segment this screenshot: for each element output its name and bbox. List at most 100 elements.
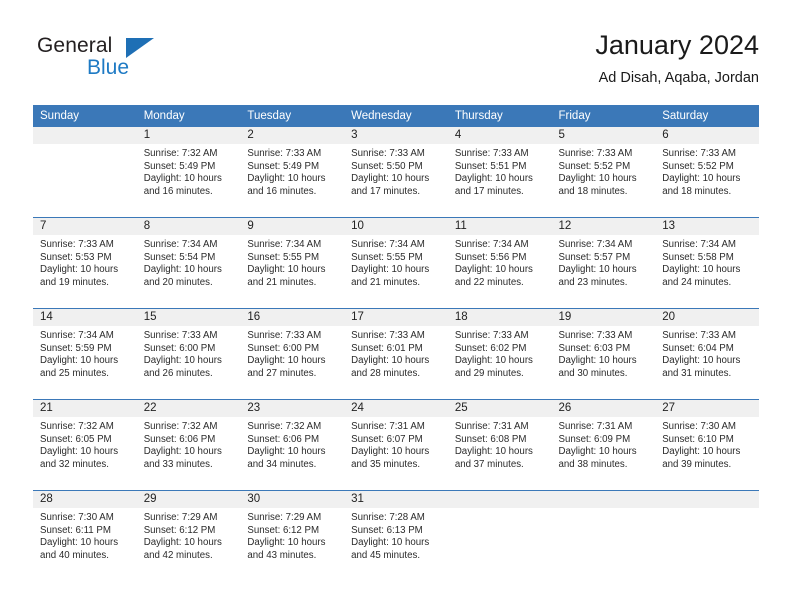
day-number: 28 — [40, 493, 53, 505]
weekday-header-saturday: Saturday — [655, 105, 759, 127]
day-number: 5 — [558, 129, 565, 141]
daylight-text-line2: and 32 minutes. — [40, 458, 109, 470]
day-cell[interactable]: 3 Sunrise: 7:33 AM Sunset: 5:50 PM Daylight… — [344, 127, 448, 217]
daylight-text-line2: and 35 minutes. — [351, 458, 421, 470]
sunrise-text: Sunrise: 7:31 AM — [454, 421, 529, 432]
daylight-text-line1: Daylight: 10 hours — [247, 446, 326, 458]
sunset-text: Sunset: 5:56 PM — [454, 251, 527, 263]
day-cell[interactable]: 13 Sunrise: 7:34 AM Sunset: 5:58 PM Dayligh… — [655, 218, 759, 308]
day-cell[interactable]: 10 Sunrise: 7:34 AM Sunset: 5:55 PM Dayligh… — [344, 218, 448, 308]
day-details: Sunrise: 7:33 AM Sunset: 6:00 PM Daylight:… — [240, 326, 344, 380]
calendar-cell: 24 Sunrise: 7:31 AM Sunset: 6:07 PM Dayligh… — [344, 399, 448, 491]
day-cell[interactable]: 31 Sunrise: 7:28 AM Sunset: 6:13 PM Dayligh… — [344, 491, 448, 581]
calendar-week-row: 7 Sunrise: 7:33 AM Sunset: 5:53 PM Daylight… — [33, 217, 759, 309]
daylight-text-line2: and 38 minutes. — [558, 458, 628, 470]
sunset-text: Sunset: 6:06 PM — [247, 433, 320, 445]
sunrise-text: Sunrise: 7:33 AM — [247, 148, 322, 159]
sunset-text: Sunset: 6:06 PM — [143, 433, 216, 445]
day-cell[interactable]: 12 Sunrise: 7:34 AM Sunset: 5:57 PM Dayligh… — [551, 218, 656, 308]
brand-name-general: General — [37, 34, 113, 57]
day-details: Sunrise: 7:31 AM Sunset: 6:09 PM Daylight:… — [552, 417, 656, 471]
day-cell[interactable]: 11 Sunrise: 7:34 AM Sunset: 5:56 PM Dayligh… — [447, 218, 552, 308]
day-number-band: 11 — [447, 218, 552, 235]
day-number: 11 — [454, 220, 467, 232]
sunset-text: Sunset: 6:11 PM — [40, 524, 111, 536]
brand-logo[interactable]: General Blue — [33, 34, 213, 92]
day-number: 30 — [247, 493, 261, 505]
day-cell[interactable]: 28 Sunrise: 7:30 AM Sunset: 6:11 PM Dayligh… — [33, 491, 137, 581]
daylight-text-line2: and 33 minutes. — [143, 458, 213, 470]
calendar-cell: 2 Sunrise: 7:33 AM Sunset: 5:49 PM Daylight… — [240, 127, 345, 218]
day-number: 21 — [40, 402, 53, 414]
day-cell[interactable]: 15 Sunrise: 7:33 AM Sunset: 6:00 PM Dayligh… — [136, 309, 241, 399]
calendar-cell: 11 Sunrise: 7:34 AM Sunset: 5:56 PM Dayligh… — [447, 217, 552, 309]
day-cell[interactable]: 2 Sunrise: 7:33 AM Sunset: 5:49 PM Daylight… — [240, 127, 345, 217]
day-cell[interactable]: 22 Sunrise: 7:32 AM Sunset: 6:06 PM Dayligh… — [136, 400, 241, 490]
sunset-text: Sunset: 6:12 PM — [247, 524, 320, 536]
day-cell[interactable]: 19 Sunrise: 7:33 AM Sunset: 6:03 PM Dayligh… — [551, 309, 656, 399]
day-cell[interactable]: 20 Sunrise: 7:33 AM Sunset: 6:04 PM Dayligh… — [655, 309, 759, 399]
day-cell[interactable]: 1 Sunrise: 7:32 AM Sunset: 5:49 PM Daylight… — [136, 127, 241, 217]
day-cell[interactable]: 4 Sunrise: 7:33 AM Sunset: 5:51 PM Daylight… — [447, 127, 552, 217]
day-cell[interactable]: 17 Sunrise: 7:33 AM Sunset: 6:01 PM Dayligh… — [344, 309, 448, 399]
day-cell[interactable]: 30 Sunrise: 7:29 AM Sunset: 6:12 PM Dayligh… — [240, 491, 345, 581]
day-number-band: 26 — [551, 400, 656, 417]
daylight-text-line2: and 18 minutes. — [662, 185, 732, 197]
day-number: 8 — [143, 220, 151, 232]
day-number-band: 25 — [447, 400, 552, 417]
day-number-band: 8 — [136, 218, 241, 235]
day-cell[interactable]: 16 Sunrise: 7:33 AM Sunset: 6:00 PM Dayligh… — [240, 309, 345, 399]
day-number-band: 4 — [447, 127, 552, 144]
day-number: 22 — [143, 402, 157, 414]
day-cell[interactable]: 21 Sunrise: 7:32 AM Sunset: 6:05 PM Dayligh… — [33, 400, 137, 490]
day-cell[interactable]: 7 Sunrise: 7:33 AM Sunset: 5:53 PM Daylight… — [33, 218, 137, 308]
calendar-header-row: Sunday Monday Tuesday Wednesday Thursday… — [33, 105, 759, 127]
day-details: Sunrise: 7:32 AM Sunset: 6:05 PM Daylight:… — [33, 417, 137, 471]
sunrise-text: Sunrise: 7:34 AM — [454, 239, 529, 250]
calendar-cell: 28 Sunrise: 7:30 AM Sunset: 6:11 PM Dayligh… — [33, 490, 137, 581]
day-cell[interactable]: 6 Sunrise: 7:33 AM Sunset: 5:52 PM Daylight… — [655, 127, 759, 217]
day-cell[interactable]: 26 Sunrise: 7:31 AM Sunset: 6:09 PM Dayligh… — [551, 400, 656, 490]
day-number: 27 — [662, 402, 676, 414]
daylight-text-line1: Daylight: 10 hours — [662, 446, 741, 458]
day-number: 24 — [351, 402, 364, 414]
daylight-text-line2: and 18 minutes. — [558, 185, 628, 197]
calendar-cell: 21 Sunrise: 7:32 AM Sunset: 6:05 PM Dayligh… — [33, 399, 137, 491]
sunrise-text: Sunrise: 7:31 AM — [558, 421, 633, 432]
day-number-band: 15 — [136, 309, 241, 326]
calendar-cell — [655, 490, 759, 581]
day-cell[interactable]: 29 Sunrise: 7:29 AM Sunset: 6:12 PM Dayligh… — [136, 491, 241, 581]
daylight-text-line2: and 19 minutes. — [40, 276, 109, 288]
sunrise-text: Sunrise: 7:34 AM — [351, 239, 425, 250]
day-cell[interactable]: 9 Sunrise: 7:34 AM Sunset: 5:55 PM Daylight… — [240, 218, 345, 308]
daylight-text-line2: and 28 minutes. — [351, 367, 421, 379]
day-cell[interactable]: 18 Sunrise: 7:33 AM Sunset: 6:02 PM Dayligh… — [447, 309, 552, 399]
sunset-text: Sunset: 6:12 PM — [143, 524, 216, 536]
calendar-cell: 14 Sunrise: 7:34 AM Sunset: 5:59 PM Dayligh… — [33, 308, 137, 400]
daylight-text-line2: and 43 minutes. — [247, 549, 317, 561]
day-cell[interactable]: 8 Sunrise: 7:34 AM Sunset: 5:54 PM Daylight… — [136, 218, 241, 308]
sunrise-text: Sunrise: 7:29 AM — [143, 512, 218, 523]
daylight-text-line1: Daylight: 10 hours — [454, 355, 533, 367]
day-cell[interactable]: 24 Sunrise: 7:31 AM Sunset: 6:07 PM Dayligh… — [344, 400, 448, 490]
day-details: Sunrise: 7:33 AM Sunset: 5:53 PM Daylight:… — [33, 235, 137, 289]
day-details: Sunrise: 7:32 AM Sunset: 6:06 PM Daylight:… — [137, 417, 241, 471]
day-number: 1 — [143, 129, 151, 141]
day-number-band: 7 — [33, 218, 137, 235]
day-cell[interactable]: 27 Sunrise: 7:30 AM Sunset: 6:10 PM Dayligh… — [655, 400, 759, 490]
day-cell[interactable]: 25 Sunrise: 7:31 AM Sunset: 6:08 PM Dayligh… — [447, 400, 552, 490]
calendar-week-row: 21 Sunrise: 7:32 AM Sunset: 6:05 PM Dayligh… — [33, 399, 759, 491]
day-details: Sunrise: 7:34 AM Sunset: 5:56 PM Daylight:… — [448, 235, 552, 289]
sunrise-text: Sunrise: 7:33 AM — [247, 330, 322, 341]
sunrise-text: Sunrise: 7:32 AM — [143, 148, 218, 159]
day-cell[interactable]: 23 Sunrise: 7:32 AM Sunset: 6:06 PM Dayligh… — [240, 400, 345, 490]
calendar-body: 1 Sunrise: 7:32 AM Sunset: 5:49 PM Daylight… — [33, 127, 759, 581]
day-cell[interactable]: 5 Sunrise: 7:33 AM Sunset: 5:52 PM Daylight… — [551, 127, 656, 217]
day-details: Sunrise: 7:28 AM Sunset: 6:13 PM Daylight:… — [344, 508, 448, 562]
day-number: 4 — [454, 129, 462, 141]
sunset-text: Sunset: 6:02 PM — [454, 342, 527, 354]
day-cell[interactable]: 14 Sunrise: 7:34 AM Sunset: 5:59 PM Dayligh… — [33, 309, 137, 399]
sunset-text: Sunset: 5:52 PM — [662, 160, 734, 172]
calendar-cell: 7 Sunrise: 7:33 AM Sunset: 5:53 PM Daylight… — [33, 217, 137, 309]
day-number: 16 — [247, 311, 261, 323]
